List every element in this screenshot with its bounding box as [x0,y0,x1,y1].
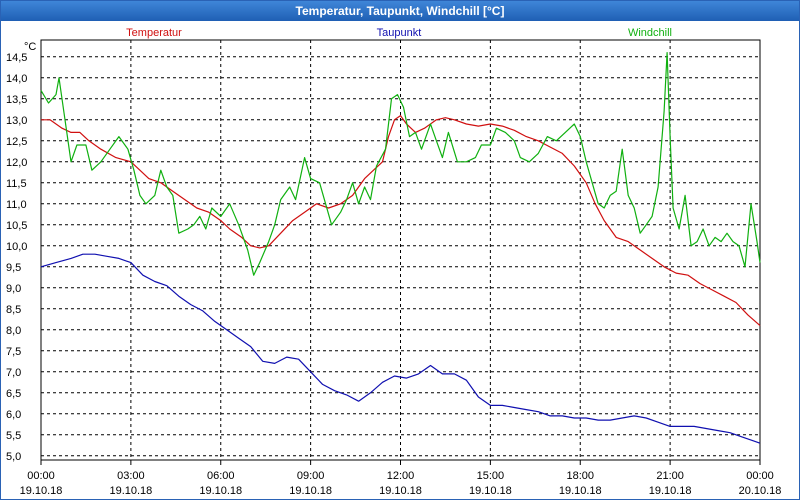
x-tick-date: 19.10.18 [379,485,422,497]
x-tick-time: 06:00 [207,470,235,482]
chart-plot-area: °C 5,05,56,06,57,07,58,08,59,09,510,010,… [6,27,782,497]
x-tick-time: 09:00 [297,470,325,482]
y-tick-label: 13,5 [6,94,27,106]
y-tick-label: 9,5 [6,262,21,274]
y-tick-label: 6,0 [6,409,21,421]
x-tick-time: 12:00 [387,470,415,482]
y-tick-label: 12,5 [6,136,27,148]
x-tick-time: 00:00 [746,470,774,482]
y-tick-label: 11,0 [6,199,27,211]
x-tick-date: 19.10.18 [20,485,63,497]
x-tick-time: 00:00 [27,470,55,482]
y-tick-label: 5,0 [6,451,21,463]
y-tick-label: 7,0 [6,367,21,379]
y-tick-label: 10,5 [6,220,27,232]
y-tick-label: 6,5 [6,388,21,400]
legend-label-windchill: Windchill [628,27,672,39]
x-tick-date: 19.10.18 [649,485,692,497]
y-tick-label: 8,5 [6,304,21,316]
series-line-windchill [40,52,761,276]
x-tick-time: 18:00 [566,470,594,482]
y-tick-label: 9,0 [6,283,21,295]
x-tick-date: 19.10.18 [469,485,512,497]
y-tick-label: 14,0 [6,73,27,85]
y-tick-label: 10,0 [6,241,27,253]
x-tick-date: 20.10.18 [739,485,782,497]
legend-label-temperatur: Temperatur [126,27,182,39]
y-tick-label: 12,0 [6,157,27,169]
y-tick-label: 5,5 [6,430,21,442]
x-tick-date: 19.10.18 [109,485,152,497]
legend-label-taupunkt: Taupunkt [377,27,422,39]
x-tick-time: 03:00 [117,470,145,482]
x-tick-date: 19.10.18 [559,485,602,497]
y-tick-label: 11,5 [6,178,27,190]
y-tick-label: 14,5 [6,52,27,64]
x-tick-time: 15:00 [477,470,505,482]
y-tick-label: 8,0 [6,325,21,337]
x-tick-date: 19.10.18 [199,485,242,497]
y-tick-label: 13,0 [6,115,27,127]
x-tick-time: 21:00 [656,470,684,482]
y-tick-label: 7,5 [6,346,21,358]
x-tick-date: 19.10.18 [289,485,332,497]
